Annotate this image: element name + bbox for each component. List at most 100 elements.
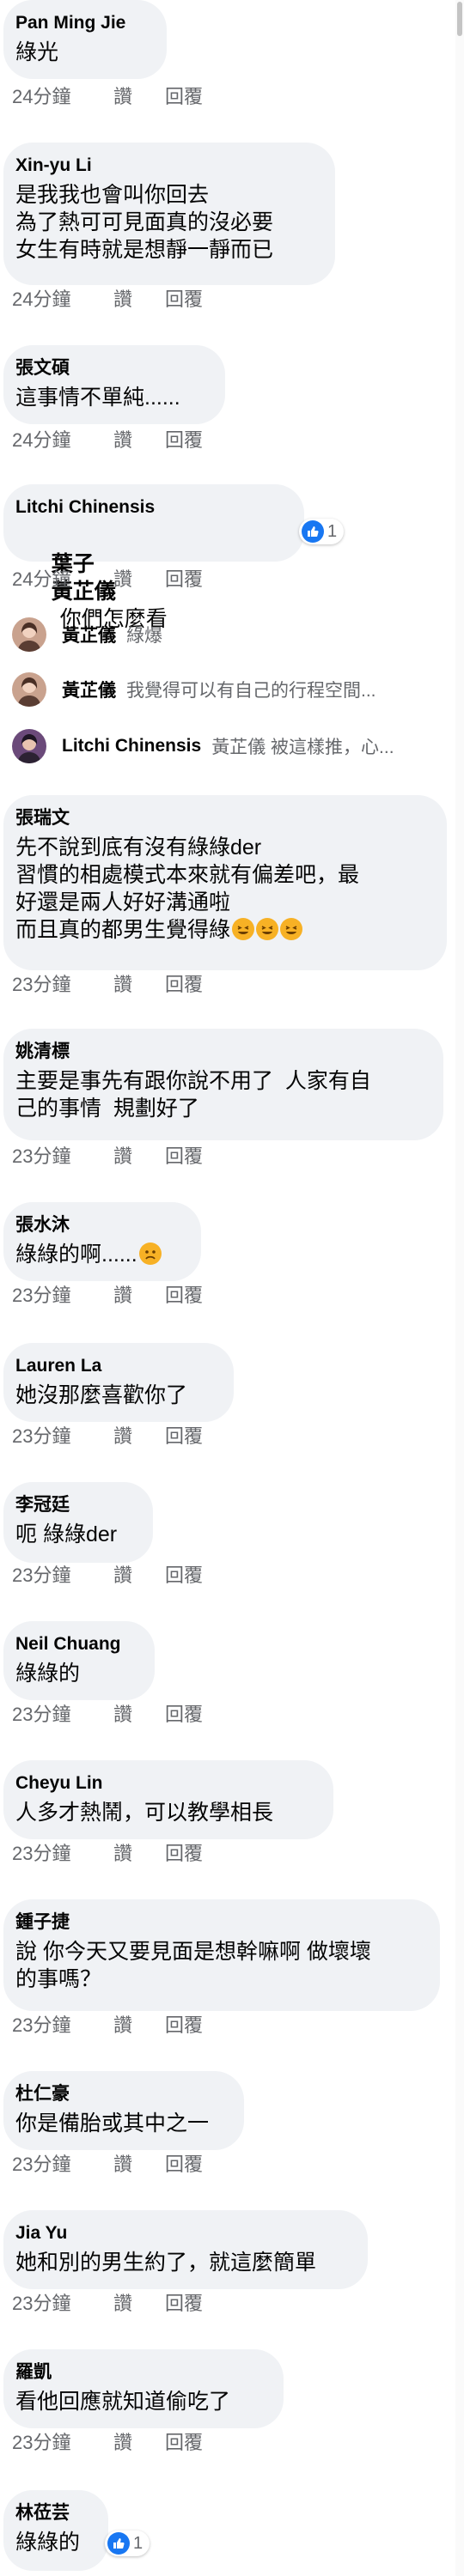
- comment-author[interactable]: 杜仁豪: [15, 2083, 230, 2105]
- comment-bubble: Xin-yu Li 是我我也會叫你回去 為了熱可可見面真的沒必要 女生有時就是想…: [3, 143, 335, 285]
- comment-actions: 24分鐘讚回覆: [12, 86, 203, 108]
- reaction-summary[interactable]: 1: [105, 2530, 150, 2556]
- reply-link[interactable]: 回覆: [165, 1425, 203, 1448]
- reply-link[interactable]: 回覆: [165, 2154, 203, 2176]
- comment-actions: 23分鐘讚回覆: [12, 1704, 203, 1726]
- reaction-summary[interactable]: 1: [299, 519, 345, 544]
- reply-link[interactable]: 回覆: [165, 86, 203, 108]
- comment-timestamp[interactable]: 23分鐘: [12, 1425, 113, 1448]
- comment-timestamp[interactable]: 24分鐘: [12, 429, 113, 452]
- comment-timestamp[interactable]: 23分鐘: [12, 1843, 113, 1865]
- comment-author[interactable]: Lauren La: [15, 1355, 220, 1377]
- like-link[interactable]: 讚: [113, 289, 165, 311]
- comment-text: 呃 綠綠der: [15, 1522, 118, 1546]
- comment-author[interactable]: 張水沐: [15, 1214, 187, 1236]
- comment-text: 綠綠的啊......: [15, 1241, 187, 1268]
- like-link[interactable]: 讚: [113, 1425, 165, 1448]
- comment-actions: 23分鐘讚回覆: [12, 1145, 203, 1168]
- comment-bubble: Litchi Chinensis 葉子 黃芷儀 你們怎麼看: [3, 484, 304, 631]
- reply-link[interactable]: 回覆: [165, 2293, 203, 2315]
- like-link[interactable]: 讚: [113, 86, 165, 108]
- reply-link[interactable]: 回覆: [165, 568, 203, 591]
- comment-author[interactable]: Neil Chuang: [15, 1633, 141, 1656]
- comment-actions: 24分鐘讚回覆: [12, 429, 203, 452]
- reply-link[interactable]: 回覆: [165, 2014, 203, 2037]
- reply-preview[interactable]: 黃芷儀 綠爆: [12, 611, 162, 658]
- like-link[interactable]: 讚: [113, 2014, 165, 2037]
- comment-actions: 23分鐘讚回覆: [12, 2154, 203, 2176]
- comment-text-body: 綠綠的啊......: [15, 1242, 137, 1267]
- reply-preview[interactable]: 黃芷儀 我覺得可以有自己的行程空間...: [12, 666, 376, 713]
- like-link[interactable]: 讚: [113, 1843, 165, 1865]
- comment-timestamp[interactable]: 23分鐘: [12, 2432, 113, 2454]
- reply-link[interactable]: 回覆: [165, 289, 203, 311]
- comment-timestamp[interactable]: 23分鐘: [12, 1145, 113, 1168]
- reply-link[interactable]: 回覆: [165, 2432, 203, 2454]
- like-link[interactable]: 讚: [113, 1564, 165, 1587]
- comment-timestamp[interactable]: 23分鐘: [12, 2293, 113, 2315]
- comment-bubble: 姚清標 主要是事先有跟你說不用了 人家有自 己的事情 規劃好了: [3, 1029, 443, 1140]
- comment-text: 綠綠的: [15, 1662, 81, 1686]
- comment-text: 她沒那麼喜歡你了: [15, 1383, 188, 1407]
- comment-author[interactable]: 李冠廷: [15, 1494, 139, 1516]
- comment-text: 看他回應就知道偷吃了: [15, 2390, 231, 2414]
- comment-timestamp[interactable]: 24分鐘: [12, 289, 113, 311]
- comment-author[interactable]: 張瑞文: [15, 807, 433, 829]
- reply-link[interactable]: 回覆: [165, 1564, 203, 1587]
- comment-timestamp[interactable]: 23分鐘: [12, 2014, 113, 2037]
- reply-link[interactable]: 回覆: [165, 1285, 203, 1307]
- reply-link[interactable]: 回覆: [165, 429, 203, 452]
- comment-author[interactable]: 林莅芸: [15, 2502, 95, 2524]
- comment-text: 說 你今天又要見面是想幹嘛啊 做壞壞 的事嗎？: [15, 1940, 371, 1991]
- comment-actions: 23分鐘讚回覆: [12, 1285, 203, 1307]
- comment-timestamp[interactable]: 23分鐘: [12, 2154, 113, 2176]
- like-link[interactable]: 讚: [113, 1704, 165, 1726]
- comment-text: 綠綠的: [15, 2530, 81, 2555]
- avatar[interactable]: [12, 672, 46, 707]
- comment-author[interactable]: 鍾子捷: [15, 1911, 426, 1934]
- reply-link[interactable]: 回覆: [165, 1843, 203, 1865]
- reply-author[interactable]: 黃芷儀: [62, 677, 116, 702]
- comment-timestamp[interactable]: 23分鐘: [12, 1704, 113, 1726]
- comment-author[interactable]: Cheyu Lin: [15, 1772, 320, 1795]
- comment-bubble: Cheyu Lin 人多才熱鬧，可以教學相長: [3, 1760, 333, 1839]
- comment-timestamp[interactable]: 23分鐘: [12, 1564, 113, 1587]
- like-link[interactable]: 讚: [113, 974, 165, 996]
- reply-link[interactable]: 回覆: [165, 1704, 203, 1726]
- like-link[interactable]: 讚: [113, 1285, 165, 1307]
- reply-preview[interactable]: Litchi Chinensis 黃芷儀 被這樣推，心...: [12, 723, 394, 769]
- comment-timestamp[interactable]: 24分鐘: [12, 86, 113, 108]
- comment-author[interactable]: 張文碩: [15, 357, 211, 380]
- comment-text: 是我我也會叫你回去 為了熱可可見面真的沒必要 女生有時就是想靜一靜而已: [15, 183, 274, 262]
- reply-link[interactable]: 回覆: [165, 1145, 203, 1168]
- reaction-count: 1: [327, 521, 338, 541]
- comment-timestamp[interactable]: 24分鐘: [12, 568, 113, 591]
- comment-author[interactable]: Jia Yu: [15, 2222, 354, 2245]
- comment-bubble: 鍾子捷 說 你今天又要見面是想幹嘛啊 做壞壞 的事嗎？: [3, 1899, 440, 2011]
- like-link[interactable]: 讚: [113, 2432, 165, 2454]
- reply-author[interactable]: Litchi Chinensis: [62, 736, 201, 756]
- like-link[interactable]: 讚: [113, 2154, 165, 2176]
- like-link[interactable]: 讚: [113, 568, 165, 591]
- comment-author[interactable]: Xin-yu Li: [15, 155, 321, 177]
- avatar[interactable]: [12, 729, 46, 763]
- avatar[interactable]: [12, 617, 46, 652]
- comment-author[interactable]: Pan Ming Jie: [15, 12, 153, 34]
- comment-bubble: Pan Ming Jie 綠光: [3, 0, 167, 79]
- comment-timestamp[interactable]: 23分鐘: [12, 1285, 113, 1307]
- comment-bubble: 林莅芸 綠綠的: [3, 2490, 108, 2571]
- worried-face-emoji: [138, 1242, 162, 1265]
- reply-text: 黃芷儀 被這樣推，心...: [211, 738, 394, 757]
- like-link[interactable]: 讚: [113, 2293, 165, 2315]
- comment-author[interactable]: 姚清標: [15, 1041, 430, 1063]
- comment-timestamp[interactable]: 23分鐘: [12, 974, 113, 996]
- reply-link[interactable]: 回覆: [165, 974, 203, 996]
- comment-author[interactable]: 羅凱: [15, 2361, 270, 2384]
- scrollbar-thumb[interactable]: [457, 2, 462, 36]
- scrollbar[interactable]: [455, 0, 464, 2576]
- like-link[interactable]: 讚: [113, 1145, 165, 1168]
- reply-author[interactable]: 黃芷儀: [62, 622, 116, 647]
- comment-bubble: 張瑞文 先不說到底有沒有綠綠der 習慣的相處模式本來就有偏差吧，最 好還是兩人…: [3, 795, 447, 970]
- comment-author[interactable]: Litchi Chinensis: [15, 496, 290, 519]
- like-link[interactable]: 讚: [113, 429, 165, 452]
